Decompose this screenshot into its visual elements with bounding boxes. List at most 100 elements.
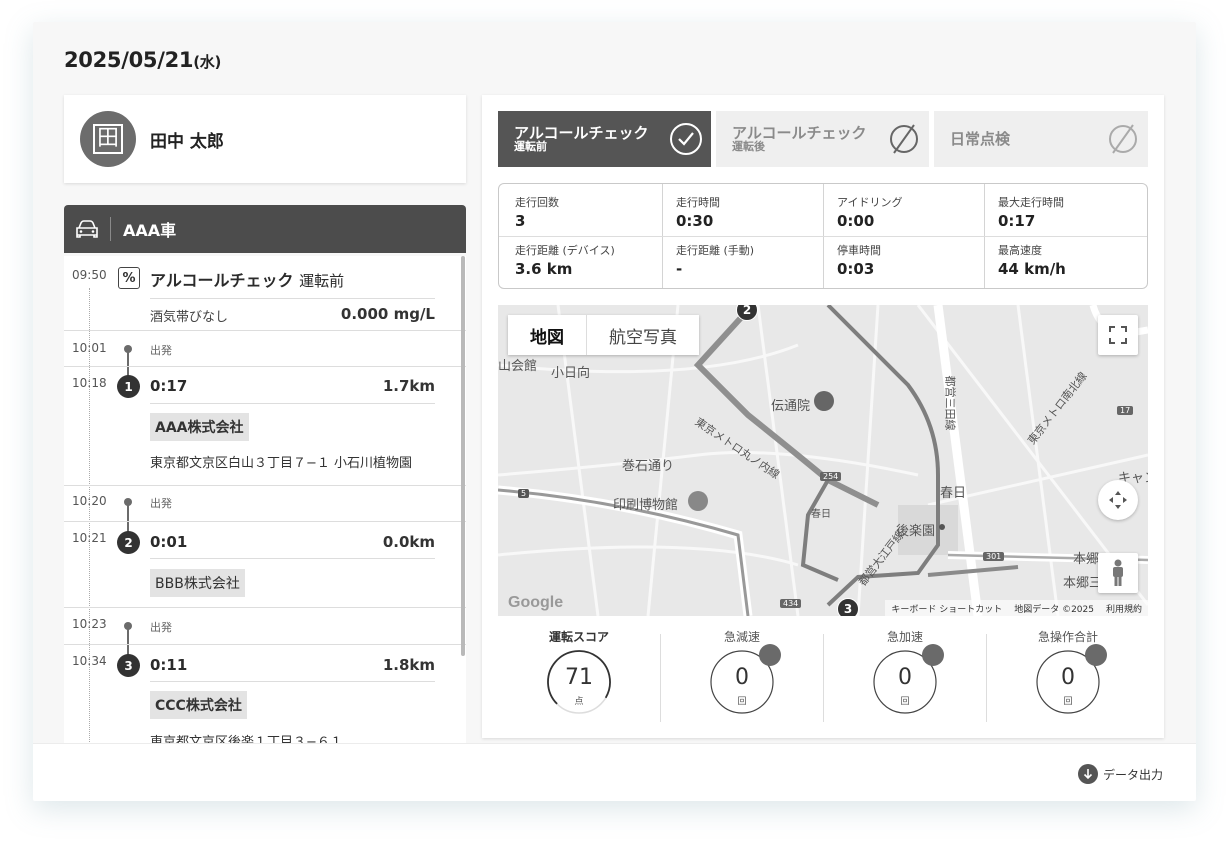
pegman-icon: [1113, 559, 1123, 586]
company-badge: AAA株式会社: [150, 413, 249, 441]
tab-label: 日常点検: [950, 131, 1010, 148]
map-label: 伝通院: [771, 399, 811, 414]
map-marker[interactable]: 3: [837, 598, 859, 616]
trip-distance: 1.7km: [382, 377, 435, 395]
stat-distance-device: 走行距離 (デバイス) 3.6 km: [499, 232, 659, 284]
stat-trip-count: 走行回数 3: [499, 184, 659, 236]
vehicle-header[interactable]: AAA車: [64, 205, 466, 253]
score-value: 71: [565, 665, 593, 690]
score-unit: 回: [1063, 697, 1073, 707]
timeline-list[interactable]: 09:50 % アルコールチェック 運転前 酒気帯びなし 0.000 mg/L …: [64, 256, 466, 743]
score-unit: 回: [900, 697, 910, 707]
avatar: 田: [80, 111, 136, 167]
stat-stop-time: 停車時間 0:03: [821, 232, 981, 284]
trip-number: 2: [117, 531, 140, 554]
download-icon: [1077, 764, 1098, 784]
time: 10:01: [72, 341, 107, 355]
stat-max-speed: 最高速度 44 km/h: [982, 232, 1142, 284]
departure-row: 10:23 出発: [64, 607, 466, 669]
tab-title: アルコールチェック: [732, 123, 867, 142]
stat-label: 走行時間: [676, 196, 720, 209]
route-map[interactable]: 山会館 小日向 伝通院 巻石通り 印刷博物館 春日 後楽園 本郷 本郷三 キャン…: [498, 305, 1148, 616]
time: 10:21: [72, 531, 107, 545]
stat-label: 最大走行時間: [998, 196, 1064, 209]
map-pan-button[interactable]: [1098, 480, 1138, 520]
alcohol-check-subtitle: 運転前: [299, 272, 345, 290]
double-chevron-up-icon: [922, 644, 981, 682]
stat-max-drive-time: 最大走行時間 0:17: [982, 184, 1142, 236]
driving-score: 運転スコア 71 点: [498, 622, 660, 722]
stat-value: 0:30: [676, 212, 714, 230]
footer-bar: データ出力: [33, 743, 1196, 801]
departure-row: 10:01 出発: [64, 330, 466, 390]
trip-row[interactable]: 10:18 1 0:17 1.7km AAA株式会社 東京都文京区白山３丁目７−…: [64, 366, 466, 486]
stat-label: 走行回数: [515, 196, 559, 209]
trip-duration: 0:17: [150, 377, 188, 395]
company-badge: BBB株式会社: [150, 569, 245, 597]
dashboard-window: 2025/05/21(水) 田 田中 太郎 AAA車 09:50 % アルコール…: [33, 22, 1196, 801]
hard-braking-count: 急減速 0 回: [661, 622, 823, 722]
tab-alcohol-check-after[interactable]: アルコールチェック 運転後: [716, 111, 929, 167]
detail-panel: アルコールチェック 運転前 アルコールチェック 運転後 日常点検 走行回数 3 走行時…: [482, 95, 1164, 738]
export-label: データ出力: [1102, 767, 1163, 782]
stat-value: 3: [515, 212, 526, 230]
score-row: 運転スコア 71 点 急減速 0 回 急加速 0 回 急操作合計 0 回: [498, 622, 1148, 722]
stat-value: -: [676, 260, 683, 278]
alcohol-check-label: アルコールチェック: [150, 271, 294, 290]
score-value: 0: [735, 665, 749, 690]
score-label: 急操作合計: [1037, 630, 1098, 644]
warning-icon: [1085, 644, 1147, 683]
stat-value: 0:17: [998, 212, 1036, 230]
departure-row: 10:20 出発: [64, 485, 466, 545]
address: 東京都文京区白山３丁目７−１ 小石川植物園: [150, 456, 413, 471]
road-number: 5: [518, 489, 530, 498]
trip-row[interactable]: 10:34 3 0:11 1.8km CCC株式会社 東京都文京区後楽１丁目３−…: [64, 644, 466, 743]
terms-link[interactable]: 利用規約: [1106, 602, 1142, 615]
check-circle-icon: [670, 123, 702, 155]
departure-label: 出発: [150, 621, 172, 634]
stat-label: アイドリング: [837, 196, 903, 209]
address: 東京都文京区後楽１丁目３−６１: [150, 735, 343, 743]
divider: [150, 403, 435, 404]
avatar-initial: 田: [93, 124, 123, 154]
stat-label: 最高速度: [998, 244, 1042, 257]
alcohol-result-label: 酒気帯びなし: [150, 310, 229, 325]
keyboard-shortcuts-link[interactable]: キーボード ショートカット: [891, 602, 1002, 615]
score-label: 運転スコア: [548, 630, 609, 644]
tab-subtitle: 運転後: [732, 140, 765, 154]
driver-card: 田 田中 太郎: [64, 95, 466, 183]
tab-subtitle: 運転前: [514, 140, 547, 154]
map-data-text: 地図データ ©2025: [1014, 604, 1094, 615]
map-label: 都営三田線: [943, 375, 957, 431]
stat-idling: アイドリング 0:00: [821, 184, 981, 236]
departure-label: 出発: [150, 497, 172, 510]
score-value: 0: [898, 665, 912, 690]
stat-label: 停車時間: [837, 244, 881, 257]
map-type-map[interactable]: 地図: [508, 315, 587, 355]
fullscreen-button[interactable]: [1098, 315, 1138, 355]
tab-title: アルコールチェック: [514, 123, 649, 142]
tab-title: 日常点検: [950, 129, 1011, 148]
map-type-satellite[interactable]: 航空写真: [587, 315, 699, 355]
trip-number: 1: [117, 375, 140, 398]
driver-name: 田中 太郎: [150, 131, 224, 152]
road-number: 17: [1117, 406, 1134, 415]
map-label: 春日: [940, 486, 967, 501]
stat-value: 0:03: [837, 260, 875, 278]
export-data-button[interactable]: データ出力: [1077, 764, 1163, 784]
tab-alcohol-check-before[interactable]: アルコールチェック 運転前: [498, 111, 711, 167]
vehicle-name: AAA車: [123, 221, 177, 240]
tab-daily-inspection[interactable]: 日常点検: [934, 111, 1148, 167]
trip-row[interactable]: 10:21 2 0:01 0.0km BBB株式会社: [64, 521, 466, 607]
scrollbar[interactable]: [461, 256, 465, 656]
pan-arrows-icon: [1109, 491, 1127, 509]
alcohol-check-row[interactable]: 09:50 % アルコールチェック 運転前 酒気帯びなし 0.000 mg/L: [64, 256, 466, 331]
car-icon: [64, 220, 110, 238]
street-view-button[interactable]: [1098, 553, 1138, 593]
not-available-icon: [890, 124, 918, 154]
map-label: 山会館: [498, 359, 538, 374]
road-number: 301: [983, 552, 1005, 561]
trip-duration: 0:01: [150, 533, 188, 551]
map-attribution: キーボード ショートカット 地図データ ©2025 利用規約: [885, 600, 1148, 616]
google-logo: Google: [508, 594, 564, 611]
